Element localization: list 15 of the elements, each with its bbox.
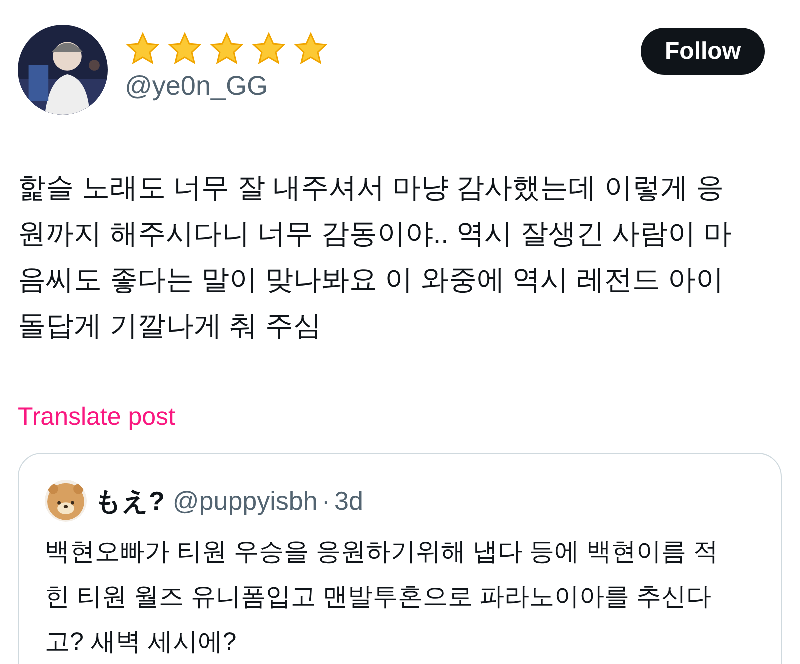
star-icon xyxy=(293,31,329,67)
translate-link[interactable]: Translate post xyxy=(18,401,176,433)
post-time: 3d xyxy=(334,484,364,518)
quoted-post-text: 백현오빠가 티원 우승을 응원하기위해 냅다 등에 백현이름 적 힌 티원 월즈 유니폼입고 맨발투혼으로 파라노이아를 추신다 고? 새벽 세시에? xyxy=(45,537,720,658)
user-handle: @ye0n_GG xyxy=(125,70,269,103)
follow-button[interactable]: Follow xyxy=(641,28,765,75)
quoted-author-name: もえ? xyxy=(95,484,165,518)
star-icon xyxy=(167,31,203,67)
quoted-author-handle: @puppyisbh xyxy=(172,484,318,518)
star-icon xyxy=(251,31,287,67)
quoted-post-card[interactable]: もえ? @puppyisbh·3d 백현오빠가 티원 우승을 응원하기위해 냅다 등에 백현이름 적 힌 티원 월즈 유니폼입고 맨발투혼으로 파라노이아를 추신다 고? 새벽 세시에? xyxy=(18,453,782,664)
post-text: 핥슬 노래도 너무 잘 내주셔서 마냥 감사했는데 이렇게 응 원까지 해주시다니 너무 감동이야.. 역시 잘생긴 사람이 마 음씨도 좋다는 말이 맞나봐요 이 와중에 역시 레전드 아이 돌답게 기깔나게 춰 주심 xyxy=(17,171,734,343)
star-icon xyxy=(125,31,161,67)
separator-dot: · xyxy=(322,484,330,518)
star-icon xyxy=(209,31,245,67)
